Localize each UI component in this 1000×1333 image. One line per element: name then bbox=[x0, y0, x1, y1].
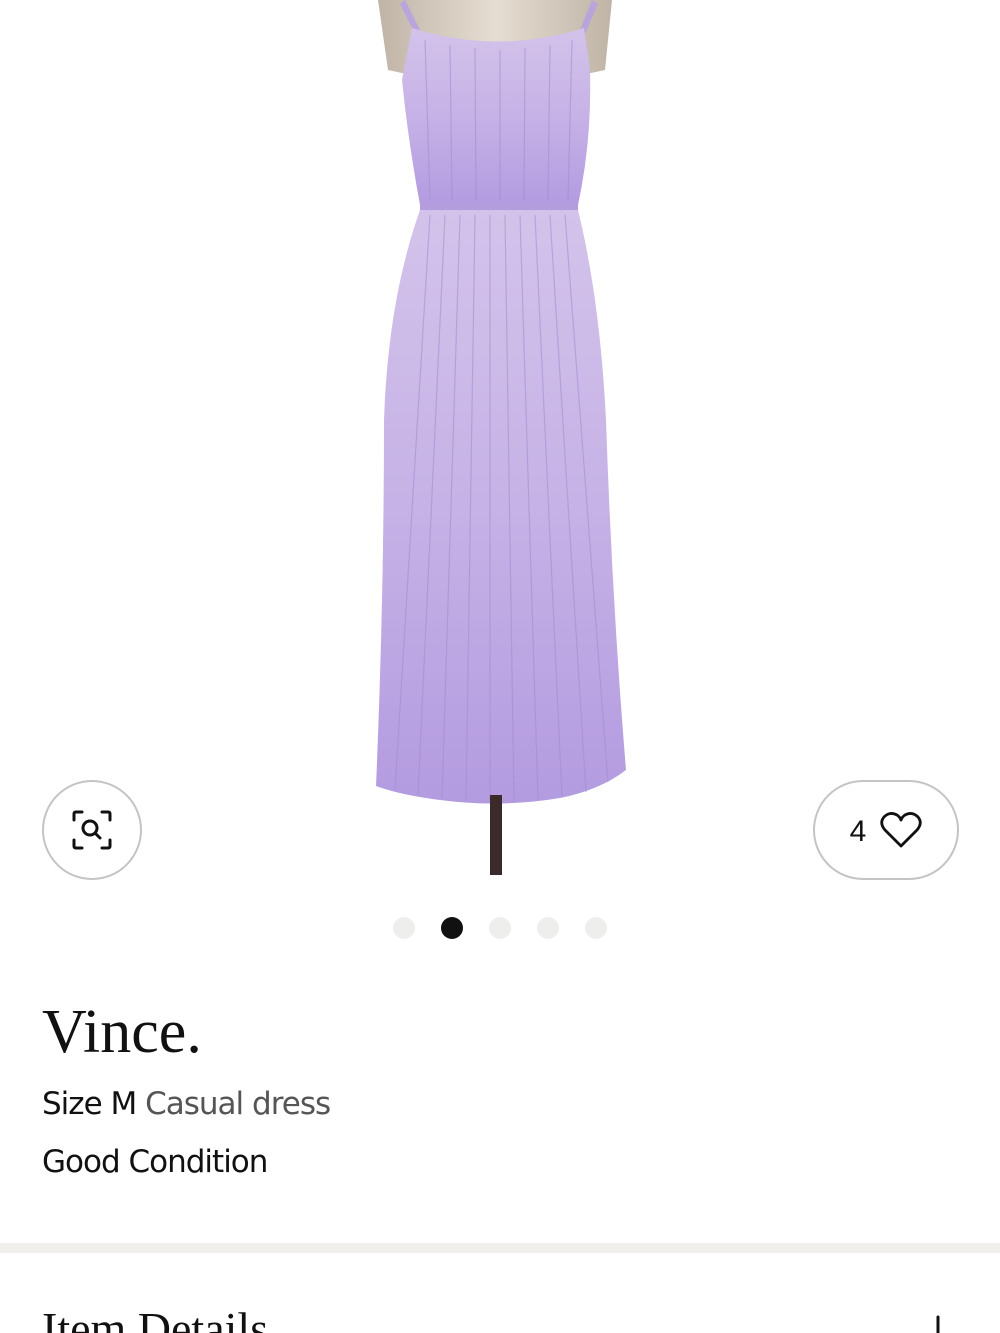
product-image[interactable] bbox=[0, 0, 1000, 900]
visual-search-button[interactable] bbox=[42, 780, 142, 880]
carousel-dot-active[interactable] bbox=[441, 917, 463, 939]
dress-photo bbox=[376, 0, 626, 875]
section-divider bbox=[0, 1243, 1000, 1253]
plus-icon[interactable] bbox=[915, 1313, 961, 1333]
item-size-category: Size M Casual dress bbox=[42, 1082, 331, 1126]
item-size: Size M bbox=[42, 1086, 137, 1122]
item-details-header[interactable]: Item Details bbox=[0, 1253, 1000, 1333]
item-condition: Good Condition bbox=[42, 1144, 268, 1180]
carousel-dot[interactable] bbox=[537, 917, 559, 939]
carousel-dot[interactable] bbox=[585, 917, 607, 939]
item-details-title: Item Details bbox=[42, 1303, 269, 1333]
favorite-count: 4 bbox=[849, 815, 867, 848]
brand-name[interactable]: Vince. bbox=[42, 996, 202, 1068]
favorite-button[interactable]: 4 bbox=[813, 780, 959, 880]
item-category[interactable]: Casual dress bbox=[145, 1086, 331, 1122]
carousel-dot[interactable] bbox=[393, 917, 415, 939]
heart-icon bbox=[880, 812, 922, 848]
carousel-indicators bbox=[0, 916, 1000, 940]
zoom-search-icon bbox=[72, 810, 112, 850]
carousel-dot[interactable] bbox=[489, 917, 511, 939]
